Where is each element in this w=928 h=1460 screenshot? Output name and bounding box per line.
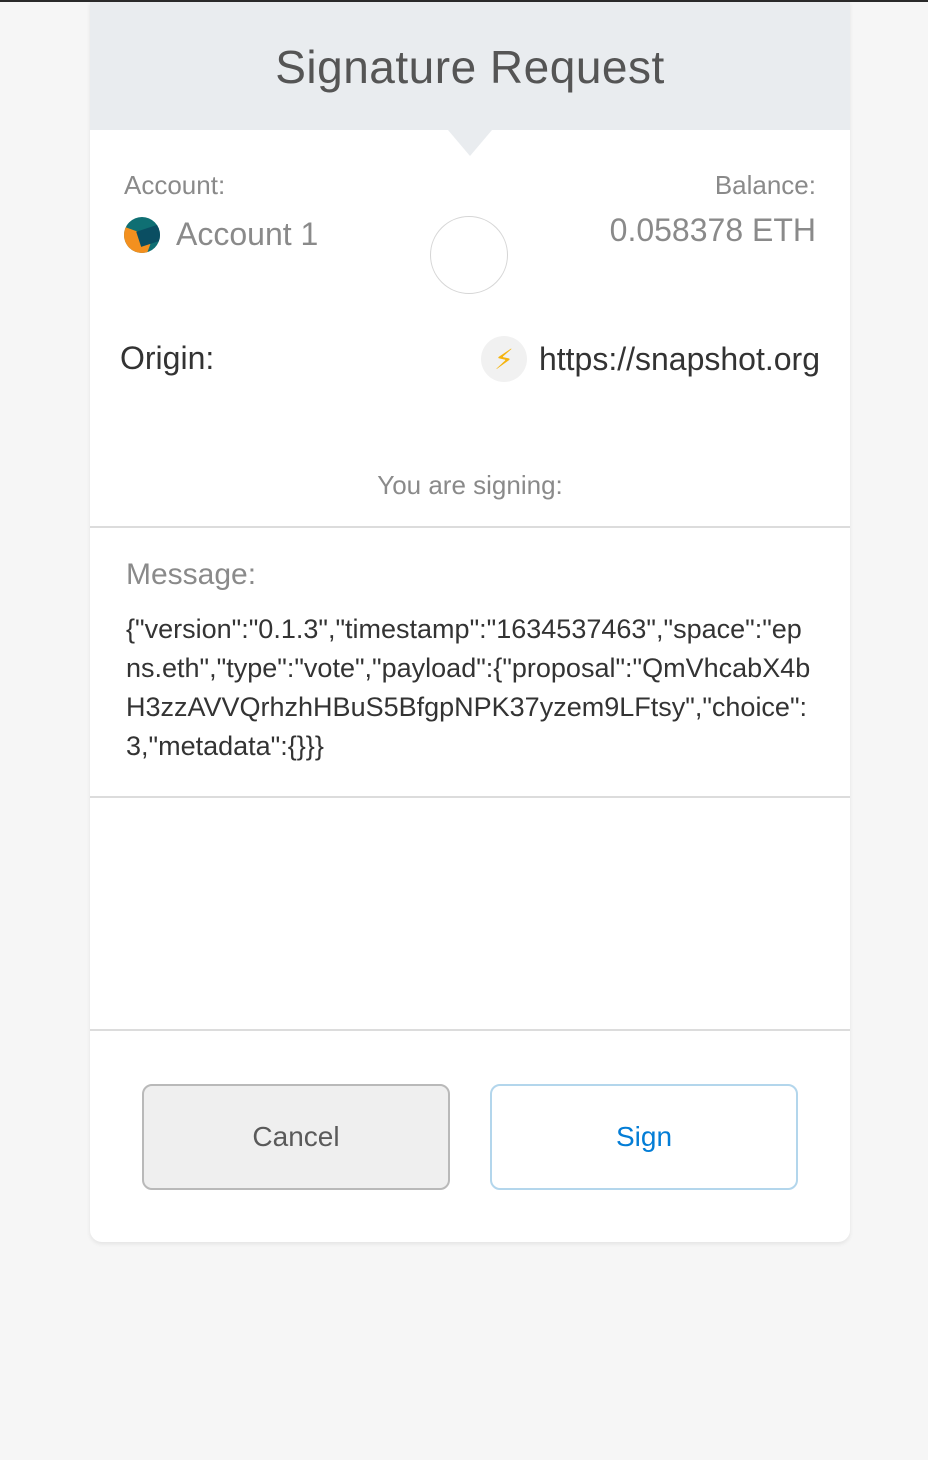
account-identicon-icon	[124, 216, 160, 253]
request-icon-circle	[430, 216, 508, 294]
cancel-button[interactable]: Cancel	[142, 1084, 450, 1190]
divider	[90, 1029, 850, 1031]
page-title: Signature Request	[275, 41, 665, 93]
signing-label: You are signing:	[377, 470, 563, 500]
divider	[90, 796, 850, 798]
divider	[90, 526, 850, 528]
lightning-bolt-icon: ⚡	[480, 336, 527, 382]
signature-request-card: Signature Request Account: Balance: Acco…	[90, 2, 850, 1242]
message-body: {"version":"0.1.3","timestamp":"16345374…	[126, 614, 811, 761]
balance-label: Balance:	[714, 170, 816, 200]
balance-value: 0.058378 ETH	[609, 212, 816, 248]
account-info: Account 1	[124, 216, 318, 253]
account-name: Account 1	[176, 216, 319, 252]
origin-info: ⚡ https://snapshot.org	[480, 336, 820, 382]
header-notch	[448, 130, 492, 156]
signature-request-header: Signature Request	[90, 2, 850, 130]
sign-button[interactable]: Sign	[490, 1084, 798, 1190]
origin-url: https://snapshot.org	[538, 340, 820, 377]
account-label: Account:	[124, 170, 226, 200]
origin-label: Origin:	[120, 340, 215, 376]
message-label: Message:	[126, 558, 257, 591]
